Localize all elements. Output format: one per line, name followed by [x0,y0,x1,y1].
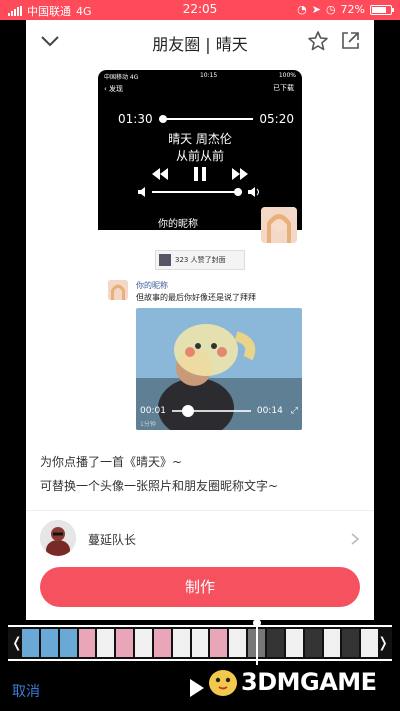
frame [285,629,303,657]
song-title: 晴天 周杰伦 [168,132,232,146]
author-row[interactable]: 蔓延队长 [40,520,360,560]
author-name: 蔓延队长 [88,533,137,547]
frame-thumbnails [22,629,379,657]
pause-icon [194,167,206,181]
volume-low-icon [138,187,145,197]
frame [116,629,134,657]
player-controls [98,167,302,181]
frame [210,629,228,657]
frame [304,629,322,657]
timeline-strip[interactable]: ❬ ❭ [8,619,392,665]
likes-badge: 323 人赞了封面 [155,250,245,270]
video-footnote: 1分钟 [140,421,156,428]
frame [40,629,58,657]
play-icon[interactable] [190,679,204,697]
commenter-avatar [108,280,128,300]
preview-nickname: 你的昵称 [158,219,198,230]
frame [59,629,77,657]
video-preview[interactable]: 00:01 00:14 ⤢ 1分钟 [136,308,302,430]
template-sheet: 朋友圈 | 晴天 中国移动 4G 10:15 100% ‹ 发现 已下载 01:… [26,20,374,620]
song-progress: 01:30 05:20 [118,112,294,126]
fast-forward-icon [232,168,248,180]
author-avatar [40,520,76,556]
frame [97,629,115,657]
preview-status-bar: 中国移动 4G 10:15 100% [104,72,296,81]
make-button[interactable]: 制作 [40,567,360,607]
frame [361,629,379,657]
watermark-logo [209,670,237,696]
frame [135,629,152,657]
watermark: 3DMGAME [205,666,377,698]
watermark-text: 3DMGAME [241,668,377,696]
description: 为你点播了一首《晴天》~ 可替换一个头像一张照片和朋友圈昵称文字~ [40,450,278,498]
battery-icon [370,4,394,15]
frame [22,629,39,657]
description-line: 为你点播了一首《晴天》~ [40,455,183,469]
rewind-icon [152,168,168,180]
preview-card[interactable]: 中国移动 4G 10:15 100% ‹ 发现 已下载 01:30 05:20 … [98,70,302,284]
frame [153,629,171,657]
fullscreen-icon[interactable]: ⤢ [291,406,298,416]
lock-rotation-icon: ◷ [325,3,336,16]
description-line: 可替换一个头像一张照片和朋友圈昵称文字~ [40,479,279,493]
video-scrubber[interactable] [171,405,251,417]
music-player-preview: 中国移动 4G 10:15 100% ‹ 发现 已下载 01:30 05:20 … [98,70,302,230]
commenter-name: 你的昵称 [136,281,168,290]
nickname-avatar [261,207,297,243]
comment-text: 但故事的最后你好像还是说了拜拜 [136,293,256,302]
song-lyric: 从前从前 [175,149,224,163]
status-bar: 中国联通 4G 22:05 ◔ ➤ ◷ 72% [0,0,400,20]
frame [266,629,284,657]
cancel-button[interactable]: 取消 [12,681,40,701]
battery-percent: 72% [340,3,365,16]
sheet-header: 朋友圈 | 晴天 [26,20,374,64]
chevron-right-icon [351,533,360,545]
frame [172,629,190,657]
share-icon[interactable] [338,29,362,53]
timeline-right-handle-icon[interactable]: ❭ [377,635,389,651]
frame [323,629,341,657]
liker-avatar [159,254,171,266]
frame [191,629,209,657]
frame [342,629,360,657]
progress-bar [158,115,254,123]
frame [78,629,96,657]
frame [229,629,247,657]
volume-slider [138,187,262,197]
timeline-left-handle-icon[interactable]: ❬ [11,635,23,651]
volume-high-icon [248,187,259,197]
preview-downloaded-tag: 已下载 [273,84,294,92]
video-progress: 00:01 00:14 ⤢ [140,405,298,417]
preview-back: ‹ 发现 [104,85,124,93]
divider [26,510,374,511]
alarm-icon: ◔ [297,3,307,16]
timeline-playhead[interactable] [253,619,261,665]
location-icon: ➤ [311,3,321,16]
star-icon[interactable] [306,29,330,53]
status-right: ◔ ➤ ◷ 72% [297,3,394,16]
